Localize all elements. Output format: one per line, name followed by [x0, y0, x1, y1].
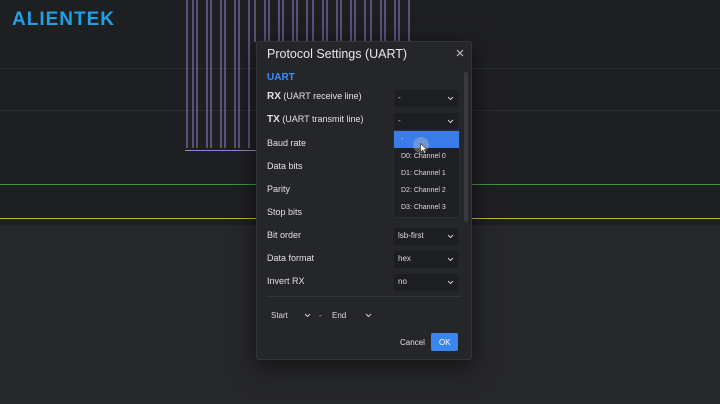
invert-rx-label: Invert RX [267, 276, 305, 286]
data-bits-label: Data bits [267, 161, 303, 171]
dropdown-option[interactable]: D3: Channel 3 [394, 199, 459, 216]
range-separator: - [319, 311, 322, 320]
chevron-down-icon [447, 96, 454, 101]
ok-button-label: OK [439, 338, 451, 347]
rx-select-value: - [398, 93, 401, 102]
invert-rx-select[interactable]: no [394, 274, 458, 291]
range-end-select[interactable]: End [328, 307, 374, 325]
chevron-down-icon [447, 234, 454, 239]
chevron-down-icon [304, 313, 311, 318]
chevron-down-icon [365, 313, 372, 318]
tx-desc: (UART transmit line) [279, 114, 364, 124]
tx-key: TX [267, 114, 280, 125]
baud-rate-label: Baud rate [267, 138, 307, 148]
bit-order-value: lsb-first [398, 231, 424, 240]
dropdown-option-label: D3: Channel 3 [401, 204, 446, 211]
cancel-button-label: Cancel [400, 338, 425, 347]
dropdown-option-label: D1: Channel 1 [401, 170, 446, 177]
data-format-value: hex [398, 254, 411, 263]
data-format-select[interactable]: hex [394, 251, 458, 268]
rx-desc: (UART receive line) [280, 91, 362, 101]
tx-label: TX (UART transmit line) [267, 114, 363, 125]
brand-logo: ALIENTEK [12, 9, 115, 30]
range-end-value: End [332, 311, 347, 320]
invert-rx-value: no [398, 277, 407, 286]
ok-button[interactable]: OK [431, 333, 458, 351]
scrollbar[interactable] [464, 72, 468, 222]
rx-key: RX [267, 91, 281, 102]
dropdown-option-label: D0: Channel 0 [401, 153, 446, 160]
range-start-select[interactable]: Start [267, 307, 313, 325]
stop-bits-label: Stop bits [267, 207, 303, 217]
range-start-value: Start [271, 311, 288, 320]
tx-select[interactable]: - [394, 113, 458, 130]
dropdown-option[interactable]: D1: Channel 1 [394, 165, 459, 182]
dropdown-option[interactable]: D2: Channel 2 [394, 182, 459, 199]
chevron-down-icon [447, 119, 454, 124]
mouse-cursor-icon [420, 143, 428, 154]
parity-label: Parity [267, 184, 291, 194]
chevron-down-icon [447, 257, 454, 262]
bit-order-select[interactable]: lsb-first [394, 228, 458, 245]
cancel-button[interactable]: Cancel [395, 333, 429, 351]
dropdown-option-label: - [401, 136, 404, 143]
bit-order-label: Bit order [267, 230, 302, 240]
dialog-title: Protocol Settings (UART) [267, 47, 408, 61]
channel-trace-purple [185, 150, 257, 151]
chevron-down-icon [447, 280, 454, 285]
rx-label: RX (UART receive line) [267, 91, 362, 102]
tx-select-value: - [398, 116, 401, 125]
close-icon[interactable] [455, 48, 465, 58]
divider [267, 296, 461, 297]
dropdown-option-label: D2: Channel 2 [401, 187, 446, 194]
section-title: UART [267, 72, 295, 83]
rx-select[interactable]: - [394, 90, 458, 107]
data-format-label: Data format [267, 253, 315, 263]
